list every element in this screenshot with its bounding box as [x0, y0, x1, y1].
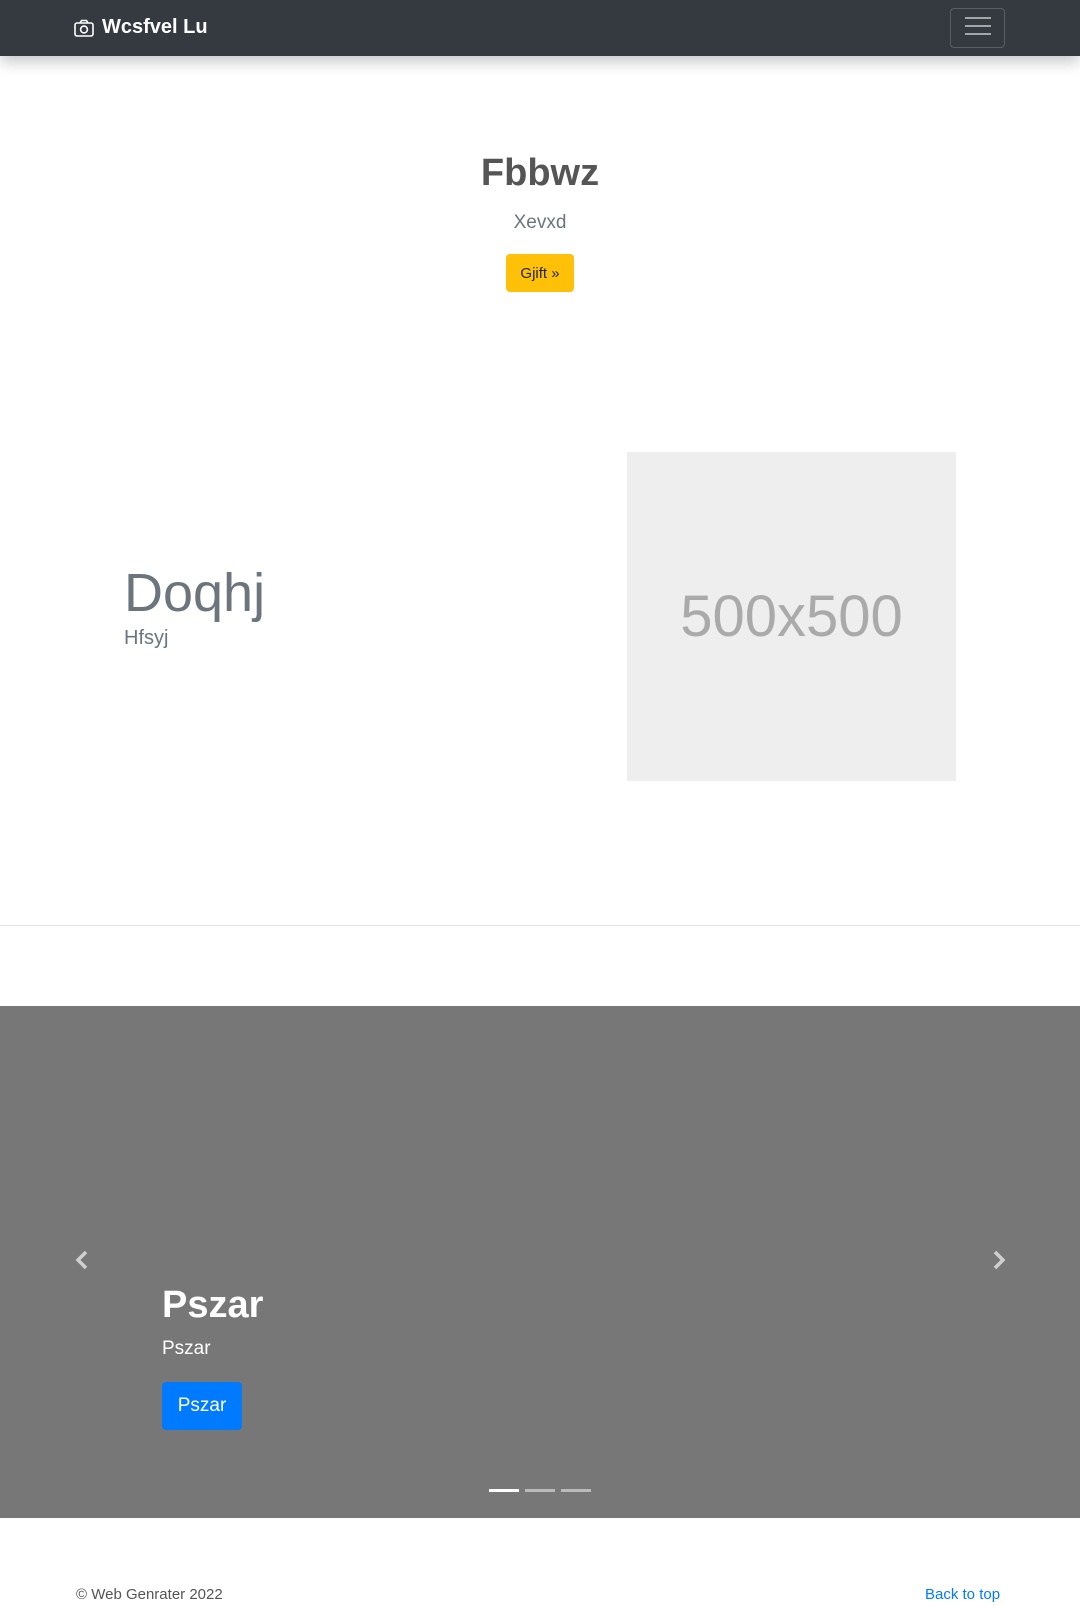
hero-cta-button[interactable]: Gjift » [506, 254, 574, 292]
carousel-indicator[interactable] [561, 1489, 591, 1492]
feature-image-placeholder: 500x500 [627, 452, 956, 781]
carousel-prev-button[interactable] [70, 1250, 94, 1274]
hero-subtitle: Xevxd [513, 212, 567, 233]
carousel-indicator[interactable] [525, 1489, 555, 1492]
placeholder-label: 500x500 [680, 584, 903, 649]
carousel-indicator[interactable] [489, 1489, 519, 1492]
navbar: Wcsfvel Lu [0, 0, 1080, 56]
carousel-caption-title: Pszar [162, 1284, 264, 1326]
back-to-top-link[interactable]: Back to top [925, 1586, 1000, 1603]
carousel-caption-button[interactable]: Pszar [162, 1382, 242, 1430]
hamburger-menu-icon [964, 16, 991, 41]
feature-subheading: Hfsyj [124, 627, 169, 649]
chevron-left-icon [75, 1250, 89, 1275]
brand-name: Wcsfvel Lu [102, 16, 208, 38]
navbar-toggler-button[interactable] [950, 8, 1005, 48]
navbar-brand[interactable]: Wcsfvel Lu [74, 16, 208, 39]
carousel: Pszar Pszar Pszar [0, 1006, 1080, 1518]
section-divider [0, 925, 1080, 926]
carousel-caption-text: Pszar [162, 1338, 211, 1359]
hero-title: Fbbwz [480, 152, 600, 194]
footer-copyright: © Web Genrater 2022 [76, 1586, 223, 1603]
carousel-indicators [489, 1489, 591, 1492]
chevron-right-icon [992, 1250, 1006, 1275]
camera-icon [74, 19, 94, 37]
feature-heading: Doqhj [124, 563, 266, 623]
carousel-next-button[interactable] [987, 1250, 1011, 1274]
